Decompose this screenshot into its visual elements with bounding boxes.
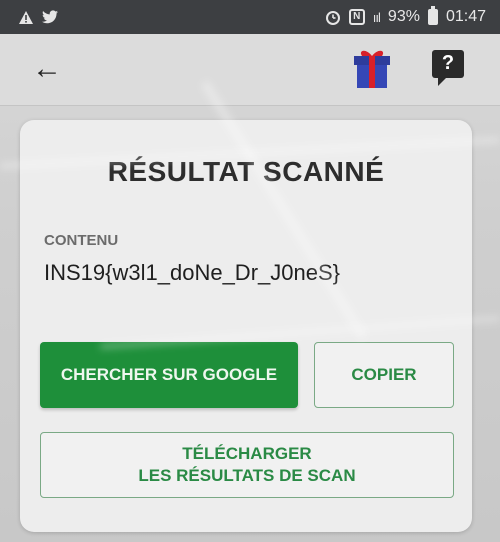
twitter-icon	[42, 10, 59, 24]
scan-result-card: RÉSULTAT SCANNÉ CONTENU INS19{w3l1_doNe_…	[20, 120, 472, 532]
download-line-1: TÉLÉCHARGER	[182, 444, 312, 463]
download-line-2: LES RÉSULTATS DE SCAN	[138, 466, 356, 485]
app-bar: ← ?	[0, 34, 500, 106]
download-results-button[interactable]: TÉLÉCHARGER LES RÉSULTATS DE SCAN	[40, 432, 454, 498]
status-bar-left	[18, 10, 59, 25]
help-icon[interactable]: ?	[430, 46, 466, 90]
signal-icon: ııl	[372, 9, 381, 25]
copy-button[interactable]: COPIER	[314, 342, 454, 408]
content-label: CONTENU	[44, 232, 119, 249]
status-bar: N ııl 93% 01:47	[0, 0, 500, 34]
gift-icon[interactable]	[352, 46, 392, 90]
warning-icon	[18, 10, 34, 25]
content-value[interactable]: INS19{w3l1_doNe_Dr_J0neS}	[44, 260, 340, 286]
battery-percent: 93%	[387, 8, 420, 25]
back-arrow-icon[interactable]: ←	[30, 54, 64, 88]
search-google-button[interactable]: CHERCHER SUR GOOGLE	[40, 342, 298, 408]
alarm-icon	[325, 9, 341, 25]
status-bar-right: N ııl 93% 01:47	[325, 6, 486, 26]
card-title: RÉSULTAT SCANNÉ	[107, 156, 385, 187]
help-glyph: ?	[441, 52, 455, 74]
phone-screen: N ııl 93% 01:47 ← ? RÉSULTAT SCANNÉ CONT…	[0, 0, 500, 542]
nfc-icon: N	[348, 9, 365, 25]
battery-icon	[427, 6, 438, 25]
status-time: 01:47	[445, 8, 486, 25]
